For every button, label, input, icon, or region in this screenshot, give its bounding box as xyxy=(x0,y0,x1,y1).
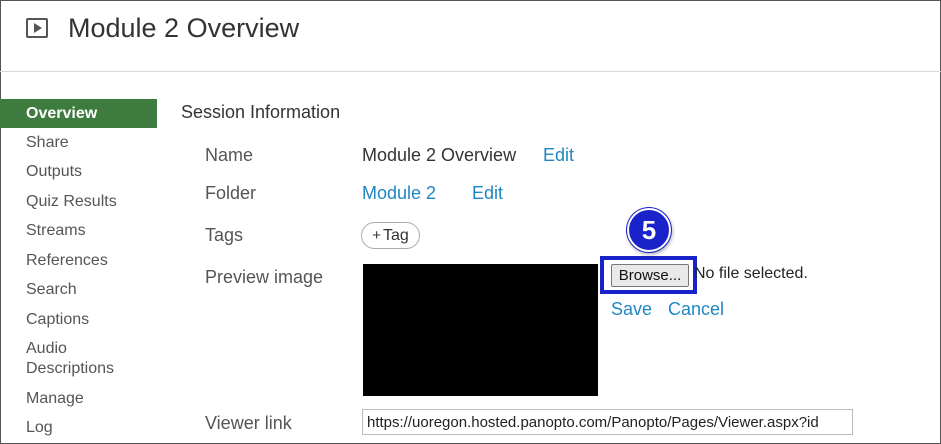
sidebar-item-captions[interactable]: Captions xyxy=(0,310,157,330)
name-label: Name xyxy=(205,145,254,165)
preview-image-label: Preview image xyxy=(205,267,324,287)
folder-edit-link[interactable]: Edit xyxy=(472,183,503,204)
folder-label: Folder xyxy=(205,183,257,203)
no-file-text: No file selected. xyxy=(694,265,808,282)
add-tag-button[interactable]: + Tag xyxy=(361,222,420,249)
section-title: Session Information xyxy=(181,102,341,122)
sidebar-nav: Overview Share Outputs Quiz Results Stre… xyxy=(0,99,157,438)
sidebar-item-quiz-results[interactable]: Quiz Results xyxy=(0,192,157,212)
viewer-link-label: Viewer link xyxy=(205,413,292,433)
plus-icon: + xyxy=(372,227,381,244)
sidebar-item-outputs[interactable]: Outputs xyxy=(0,162,157,182)
tags-label: Tags xyxy=(205,225,244,245)
name-edit-link[interactable]: Edit xyxy=(543,145,574,166)
save-link[interactable]: Save xyxy=(611,299,652,320)
step-number-badge: 5 xyxy=(627,208,671,252)
name-value: Module 2 Overview xyxy=(362,145,517,165)
sidebar-item-share[interactable]: Share xyxy=(0,133,157,153)
page-header: Module 2 Overview xyxy=(0,0,941,72)
play-icon xyxy=(26,18,48,38)
sidebar-item-streams[interactable]: Streams xyxy=(0,221,157,241)
preview-image xyxy=(363,264,598,396)
sidebar-item-audio-descriptions[interactable]: Audio Descriptions xyxy=(0,339,126,379)
cancel-link[interactable]: Cancel xyxy=(668,299,724,320)
add-tag-label: Tag xyxy=(382,226,409,244)
folder-link[interactable]: Module 2 xyxy=(362,183,436,204)
sidebar-item-log[interactable]: Log xyxy=(0,418,157,438)
sidebar-item-references[interactable]: References xyxy=(0,251,157,271)
sidebar-item-manage[interactable]: Manage xyxy=(0,389,157,409)
page-title: Module 2 Overview xyxy=(68,13,300,43)
sidebar-item-search[interactable]: Search xyxy=(0,280,157,300)
viewer-link-field[interactable] xyxy=(362,409,853,435)
browse-button[interactable]: Browse... xyxy=(611,264,689,287)
sidebar-item-overview[interactable]: Overview xyxy=(0,99,157,128)
